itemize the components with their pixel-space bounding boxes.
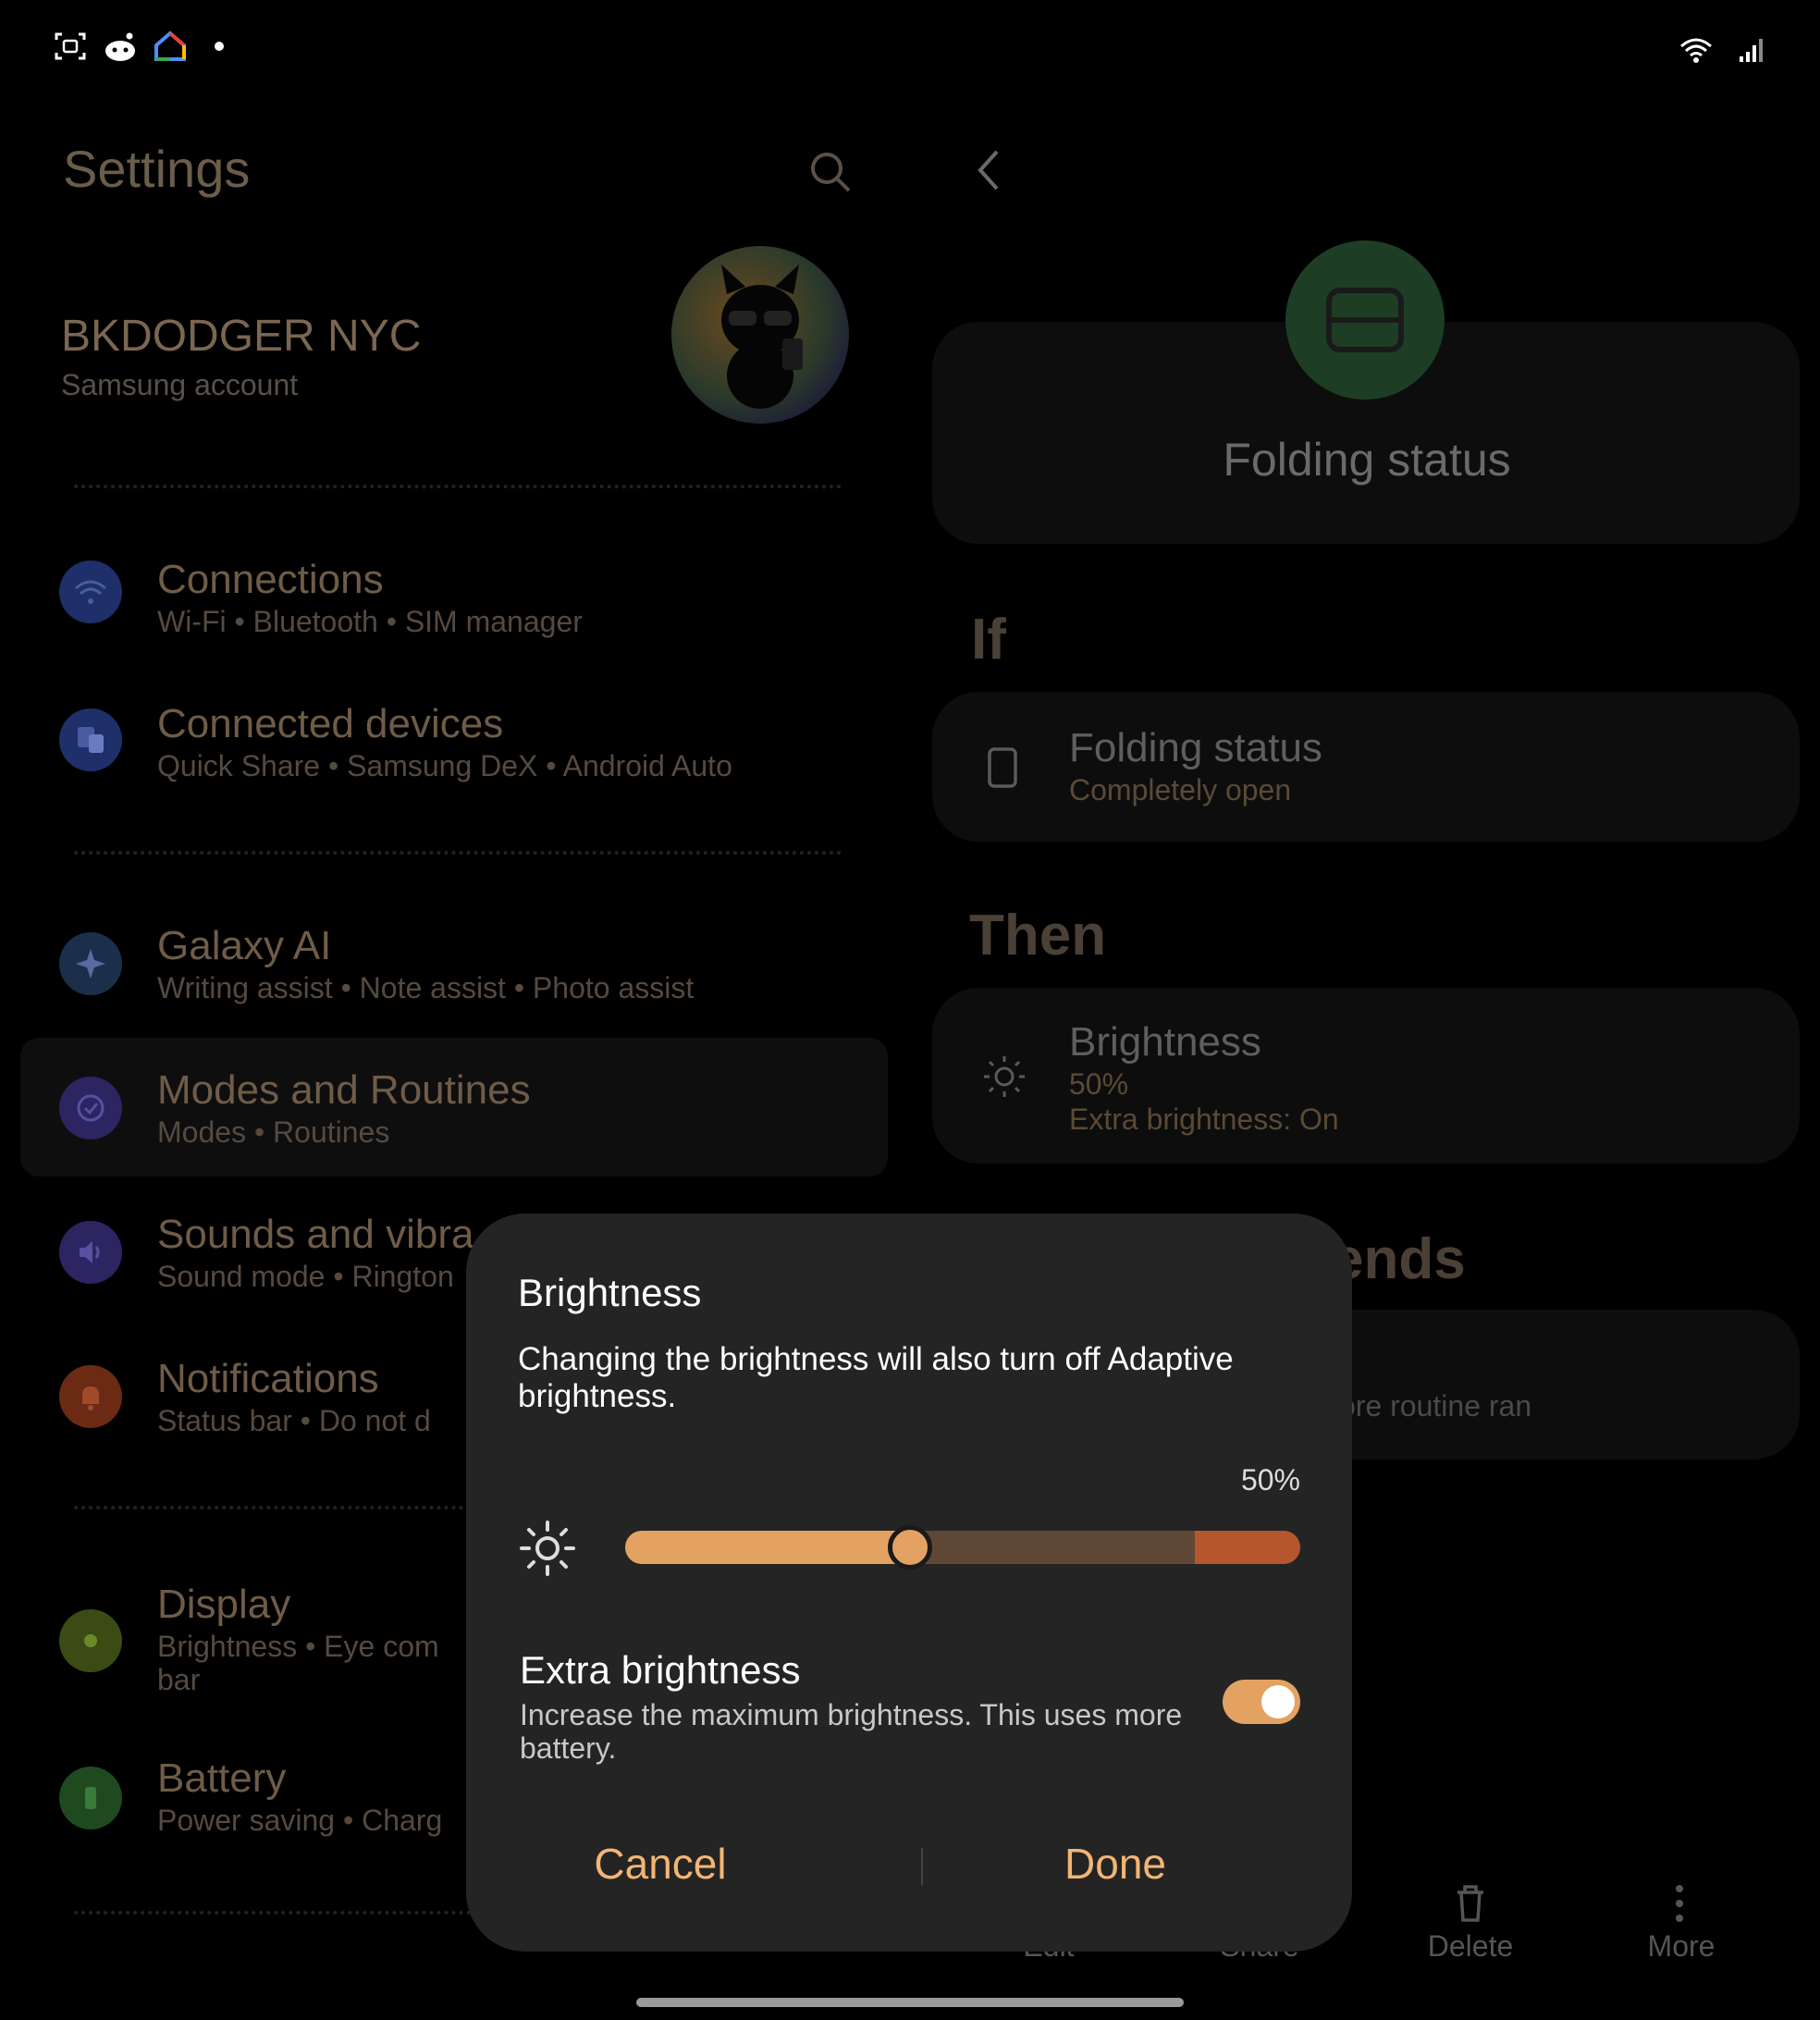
settings-item-title: Notifications <box>157 1356 379 1401</box>
settings-item-title: Sounds and vibra <box>157 1212 474 1257</box>
extra-brightness-title: Extra brightness <box>520 1648 801 1692</box>
back-icon[interactable] <box>971 146 1004 194</box>
settings-item-subtitle: Quick Share • Samsung DeX • Android Auto <box>157 749 732 782</box>
settings-item-subtitle-2: bar <box>157 1663 201 1696</box>
brightness-slider-thumb[interactable] <box>888 1525 932 1570</box>
routines-icon <box>59 1077 122 1139</box>
more-options-icon[interactable] <box>1674 1883 1685 1924</box>
settings-item-connected-devices[interactable]: Connected devices Quick Share • Samsung … <box>0 671 888 810</box>
volume-icon <box>59 1221 122 1284</box>
settings-title: Settings <box>63 140 251 198</box>
settings-item-subtitle: Status bar • Do not d <box>157 1404 431 1437</box>
more-button[interactable]: More <box>1607 1929 1755 1964</box>
then-card-title: Brightness <box>1069 1019 1261 1065</box>
reddit-icon <box>102 28 139 65</box>
then-card-value: 50% <box>1069 1067 1129 1101</box>
divider <box>74 851 842 855</box>
cancel-button[interactable]: Cancel <box>466 1839 855 1889</box>
settings-item-galaxy-ai[interactable]: Galaxy AI Writing assist • Note assist •… <box>0 895 888 1034</box>
delete-button[interactable]: Delete <box>1396 1929 1544 1964</box>
brightness-slider-fill <box>625 1531 910 1564</box>
extra-brightness-zone <box>1195 1531 1300 1564</box>
settings-item-connections[interactable]: Connections Wi-Fi • Bluetooth • SIM mana… <box>0 527 888 666</box>
settings-item-modes-routines[interactable]: Modes and Routines Modes • Routines <box>20 1038 888 1176</box>
brightness-percent: 50% <box>1240 1463 1300 1497</box>
dialog-title: Brightness <box>518 1271 702 1314</box>
sun-icon <box>518 1519 577 1578</box>
phone-fold-icon <box>988 747 1017 788</box>
hero-title: Folding status <box>1223 434 1511 486</box>
notification-dot-icon <box>215 42 224 51</box>
battery-icon <box>59 1767 122 1829</box>
settings-item-subtitle: Writing assist • Note assist • Photo ass… <box>157 971 695 1004</box>
home-indicator[interactable] <box>636 1998 1184 2007</box>
toggle-knob <box>1261 1685 1295 1718</box>
signal-icon <box>1733 31 1770 68</box>
brightness-slider[interactable] <box>625 1531 1300 1564</box>
if-label: If <box>971 608 1006 671</box>
done-button[interactable]: Done <box>921 1839 1310 1889</box>
wifi-icon <box>1678 31 1715 68</box>
trash-icon[interactable] <box>1448 1881 1493 1926</box>
settings-item-subtitle: Brightness • Eye com <box>157 1630 439 1663</box>
then-card-extra: Extra brightness: On <box>1069 1102 1339 1136</box>
settings-item-subtitle: Modes • Routines <box>157 1115 390 1149</box>
extra-brightness-subtitle: Increase the maximum brightness. This us… <box>520 1698 1183 1765</box>
dialog-message: Changing the brightness will also turn o… <box>518 1341 1234 1414</box>
brightness-dialog: Brightness Changing the brightness will … <box>466 1213 1352 1952</box>
folding-status-icon <box>1285 240 1445 400</box>
status-bar <box>0 0 1820 102</box>
search-icon[interactable] <box>806 148 855 196</box>
devices-icon <box>59 708 122 771</box>
ends-card-subtitle: ore routine ran <box>1339 1389 1532 1423</box>
settings-item-title: Connections <box>157 557 384 602</box>
settings-item-title: Battery <box>157 1755 287 1801</box>
settings-item-title: Galaxy AI <box>157 923 332 968</box>
divider <box>74 485 842 488</box>
if-condition-card[interactable]: Folding status Completely open <box>932 692 1800 842</box>
settings-item-title: Display <box>157 1582 291 1627</box>
screenshot-icon <box>52 28 89 65</box>
settings-item-title: Connected devices <box>157 701 504 746</box>
settings-item-subtitle: Sound mode • Rington <box>157 1260 454 1293</box>
sun-icon <box>984 1056 1025 1097</box>
then-label: Then <box>969 904 1107 967</box>
google-home-icon <box>152 28 189 65</box>
settings-item-subtitle: Power saving • Charg <box>157 1804 443 1837</box>
settings-item-title: Modes and Routines <box>157 1067 531 1113</box>
then-action-card[interactable]: Brightness 50% Extra brightness: On <box>932 988 1800 1164</box>
if-card-subtitle: Completely open <box>1069 773 1292 807</box>
if-card-title: Folding status <box>1069 725 1322 770</box>
bell-icon <box>59 1365 122 1428</box>
sparkle-icon <box>59 932 122 995</box>
extra-brightness-toggle[interactable] <box>1223 1680 1300 1724</box>
account-subtitle: Samsung account <box>61 368 299 401</box>
settings-item-subtitle: Wi-Fi • Bluetooth • SIM manager <box>157 605 583 638</box>
account-name[interactable]: BKDODGER NYC <box>61 311 421 362</box>
wifi-icon <box>59 560 122 623</box>
avatar[interactable] <box>671 246 849 424</box>
sun-icon <box>59 1609 122 1672</box>
